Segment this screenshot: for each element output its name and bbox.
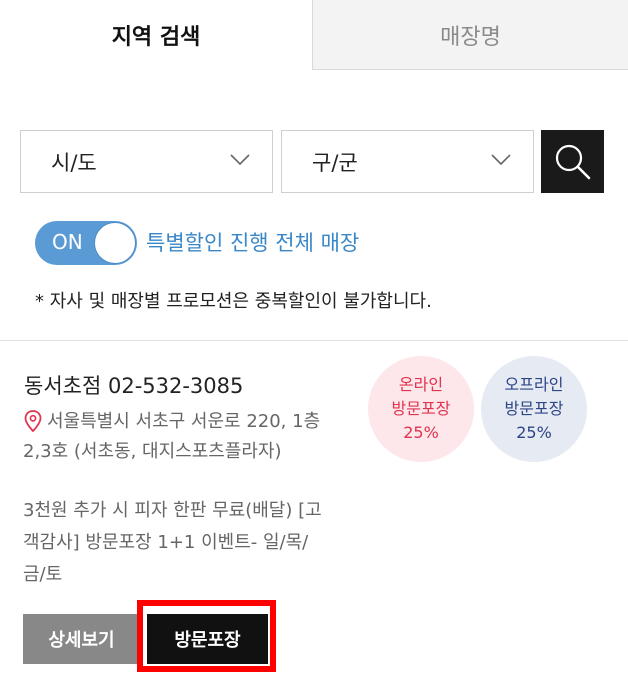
search-button[interactable]: [541, 130, 604, 193]
store-address: 서울특별시 서초구 서운로 220, 1층 2,3호 (서초동, 대지스포츠플라…: [23, 411, 321, 462]
offline-takeout-badge: 오프라인 방문포장 25%: [481, 356, 587, 462]
highlight-box: [137, 600, 276, 672]
chevron-down-icon: [230, 154, 250, 166]
tab-region-search[interactable]: 지역 검색: [0, 0, 312, 70]
search-icon: [555, 144, 590, 179]
toggle-knob: [94, 222, 136, 264]
store-title: 동서초점 02-532-3085: [24, 370, 243, 400]
badge-discount: 25%: [403, 423, 439, 442]
toggle-state-label: ON: [52, 230, 83, 254]
badge-line: 방문포장: [391, 399, 451, 418]
badge-discount: 25%: [516, 423, 552, 442]
detail-button[interactable]: 상세보기: [23, 614, 140, 664]
tab-store-name[interactable]: 매장명: [312, 0, 628, 70]
badge-line: 온라인: [398, 375, 444, 394]
promotion-notice: * 자사 및 매장별 프로모션은 중복할인이 불가합니다.: [35, 291, 432, 312]
city-select-value: 시/도: [51, 150, 97, 175]
online-takeout-badge: 온라인 방문포장 25%: [368, 356, 474, 462]
search-tabs: 지역 검색 매장명: [0, 0, 628, 70]
special-discount-toggle[interactable]: ON: [35, 221, 137, 265]
badge-line: 오프라인: [504, 375, 564, 394]
divider: [0, 340, 628, 341]
store-phone: 02-532-3085: [107, 374, 244, 398]
store-promotions: 3천원 추가 시 피자 한판 무료(배달) [고객감사] 방문포장 1+1 이벤…: [23, 500, 322, 585]
badge-line: 방문포장: [504, 399, 564, 418]
toggle-label: 특별할인 진행 전체 매장: [146, 231, 360, 255]
chevron-down-icon: [491, 154, 511, 166]
city-select[interactable]: 시/도: [20, 130, 273, 193]
district-select-value: 구/군: [312, 150, 358, 175]
district-select[interactable]: 구/군: [281, 130, 534, 193]
store-name: 동서초점: [24, 374, 102, 398]
